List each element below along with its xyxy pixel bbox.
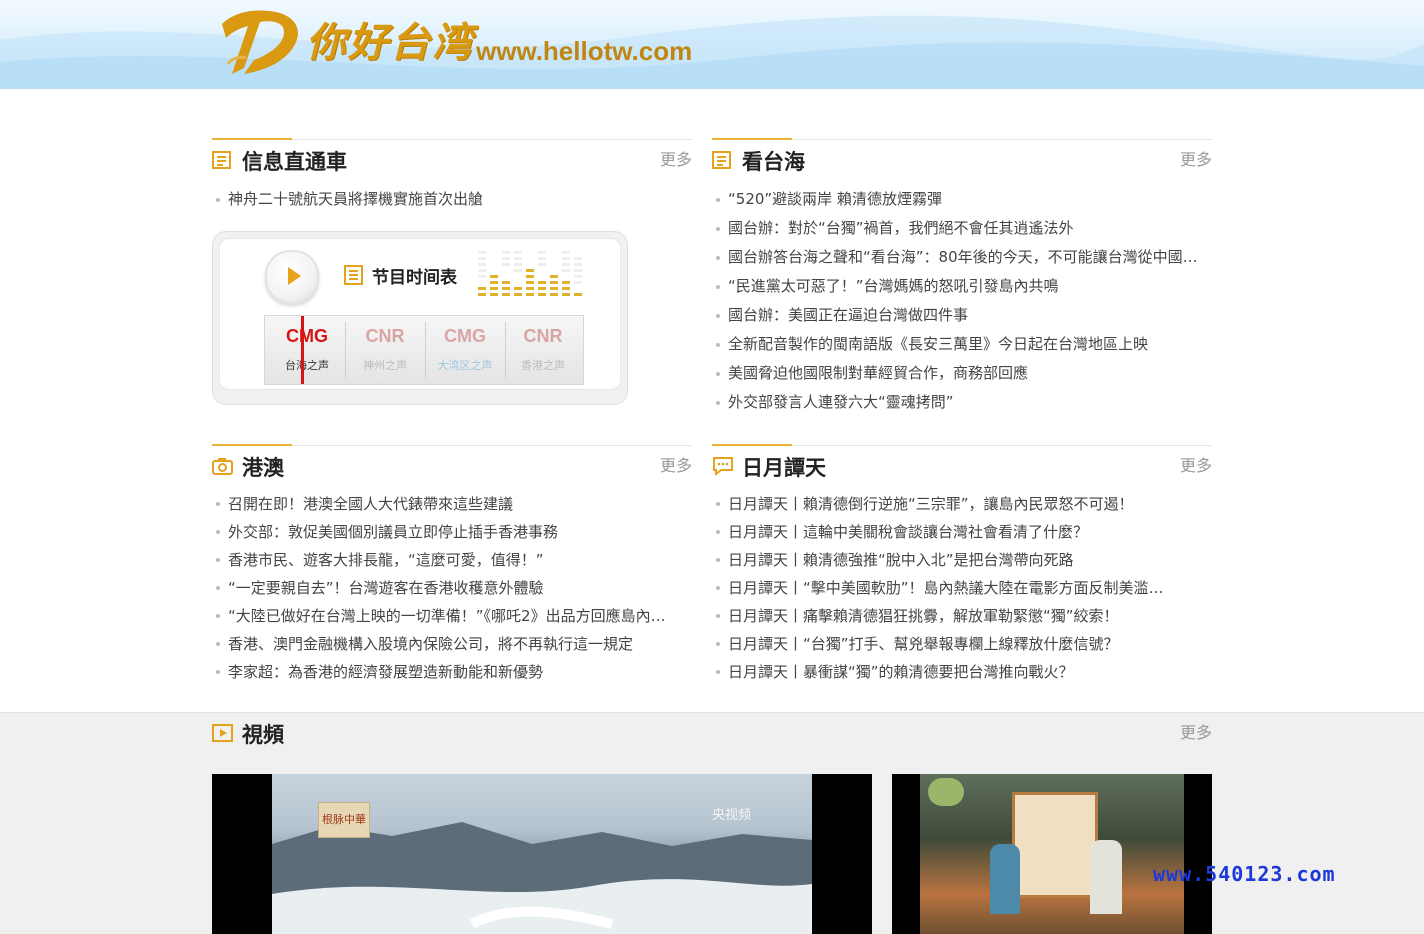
- document-icon: [212, 151, 231, 169]
- news-list: 召開在即！港澳全國人大代錶帶來這些建議 外交部：敦促美國個別議員立即停止插手香港…: [212, 490, 692, 686]
- figure-right: [1090, 840, 1122, 914]
- program-logo: 根脉中華: [318, 802, 370, 838]
- news-list: 日月譚天丨賴清德倒行逆施“三宗罪”，讓島內民眾怒不可遏！ 日月譚天丨這輪中美關稅…: [712, 490, 1212, 686]
- section-video: 視頻 更多 根脉中華 央视频: [0, 712, 1424, 934]
- news-item[interactable]: 日月譚天丨賴清德倒行逆施“三宗罪”，讓島內民眾怒不可遏！: [712, 490, 1212, 518]
- play-button[interactable]: [265, 250, 319, 304]
- channel-name: 香港之声: [521, 359, 565, 372]
- news-item[interactable]: 美國脅迫他國限制對華經貿合作，商務部回應: [712, 359, 1212, 388]
- equalizer-icon: [478, 251, 582, 296]
- video-thumbnail: 根脉中華 央视频: [272, 774, 812, 934]
- news-item[interactable]: 日月譚天丨這輪中美關稅會談讓台灣社會看清了什麼？: [712, 518, 1212, 546]
- radio-panel: 节目时间表 CMG 台海之声 CNR 神州之声 CMG 大湾区之声 CNR 香港…: [219, 238, 621, 390]
- news-item[interactable]: 全新配音製作的閩南語版《長安三萬里》今日起在台灣地區上映: [712, 330, 1212, 359]
- news-item[interactable]: 外交部：敦促美國個別議員立即停止插手香港事務: [212, 518, 692, 546]
- section-header: 看台海 更多: [712, 138, 1212, 180]
- section-title: 視頻: [242, 723, 284, 747]
- more-link[interactable]: 更多: [660, 146, 692, 170]
- news-item[interactable]: 國台辦：對於“台獨”禍首，我們絕不會任其逍遙法外: [712, 214, 1212, 243]
- section-title: 信息直通車: [242, 150, 347, 174]
- channel-logo: CMG: [444, 326, 486, 346]
- logo-text[interactable]: 你好台湾: [306, 10, 474, 68]
- channel-logo: CMG: [286, 326, 328, 346]
- camera-icon: [212, 458, 233, 475]
- channel-logo: CNR: [523, 326, 563, 346]
- news-item[interactable]: 日月譚天丨痛擊賴清德猖狂挑釁，解放軍勒緊懲“獨”絞索！: [712, 602, 1212, 630]
- tv-watermark: 央视频: [712, 808, 752, 823]
- screen-panel: [1012, 792, 1098, 898]
- channel-xianggang[interactable]: CNR 香港之声: [505, 322, 581, 378]
- side-video[interactable]: [892, 774, 1212, 934]
- news-item[interactable]: 召開在即！港澳全國人大代錶帶來這些建議: [212, 490, 692, 518]
- section-title: 港澳: [242, 456, 284, 480]
- chat-icon: [713, 457, 733, 476]
- news-item[interactable]: 日月譚天丨暴衝謀“獨”的賴清德要把台灣推向戰火？: [712, 658, 1212, 686]
- news-item[interactable]: 國台辦答台海之聲和“看台海”：80年後的今天，不可能讓台灣從中國…: [712, 243, 1212, 272]
- channel-name: 神州之声: [363, 359, 407, 372]
- section-gangao: 港澳 更多 召開在即！港澳全國人大代錶帶來這些建議 外交部：敦促美國個別議員立即…: [212, 444, 692, 686]
- more-link[interactable]: 更多: [1180, 452, 1212, 476]
- channel-name: 大湾区之声: [437, 359, 493, 372]
- document-icon: [712, 151, 731, 169]
- video-thumbnail: [920, 774, 1184, 934]
- section-kan: 看台海 更多 “520”避談兩岸 賴清德放煙霧彈 國台辦：對於“台獨”禍首，我們…: [712, 138, 1212, 417]
- news-item[interactable]: 國台辦：美國正在逼迫台灣做四件事: [712, 301, 1212, 330]
- site-url[interactable]: www.hellotw.com: [476, 36, 692, 67]
- more-link[interactable]: 更多: [1180, 146, 1212, 170]
- program-badge: [928, 778, 964, 806]
- watermark-text: www.540123.com: [1153, 862, 1336, 886]
- site-header: 你好台湾 www.hellotw.com: [0, 0, 1424, 89]
- news-item[interactable]: 神舟二十號航天員將擇機實施首次出艙: [212, 185, 692, 214]
- schedule-icon: [344, 265, 363, 285]
- tuner-needle[interactable]: [301, 316, 304, 384]
- section-header: 信息直通車 更多: [212, 138, 692, 180]
- section-xinxi: 信息直通車 更多 神舟二十號航天員將擇機實施首次出艙: [212, 138, 692, 214]
- more-link[interactable]: 更多: [1180, 719, 1212, 743]
- section-title: 日月譚天: [742, 456, 826, 480]
- section-header: 視頻 更多: [212, 713, 1212, 753]
- radio-player: 节目时间表 CMG 台海之声 CNR 神州之声 CMG 大湾区之声 CNR 香港…: [212, 231, 628, 405]
- channel-name: 台海之声: [285, 359, 329, 372]
- news-item[interactable]: “大陸已做好在台灣上映的一切準備！”《哪吒2》出品方回應島內…: [212, 602, 692, 630]
- news-item[interactable]: 日月譚天丨“擊中美國軟肋”！島內熱議大陸在電影方面反制美滥…: [712, 574, 1212, 602]
- featured-video[interactable]: 根脉中華 央视频: [212, 774, 872, 934]
- video-play-icon: [212, 724, 233, 742]
- more-link[interactable]: 更多: [660, 452, 692, 476]
- channel-shenzhou[interactable]: CNR 神州之声: [347, 322, 423, 378]
- channel-selector[interactable]: CMG 台海之声 CNR 神州之声 CMG 大湾区之声 CNR 香港之声: [264, 315, 584, 385]
- schedule-link[interactable]: 节目时间表: [372, 263, 457, 288]
- news-item[interactable]: “一定要親自去”！台灣遊客在香港收穫意外體驗: [212, 574, 692, 602]
- mountain-scene: [272, 822, 812, 934]
- section-riyue: 日月譚天 更多 日月譚天丨賴清德倒行逆施“三宗罪”，讓島內民眾怒不可遏！ 日月譚…: [712, 444, 1212, 686]
- figure-left: [990, 844, 1020, 914]
- video-header-wrap: 視頻 更多: [212, 713, 1212, 753]
- news-item[interactable]: “民進黨太可惡了！”台灣媽媽的怒吼引發島內共鳴: [712, 272, 1212, 301]
- news-list: “520”避談兩岸 賴清德放煙霧彈 國台辦：對於“台獨”禍首，我們絕不會任其逍遙…: [712, 185, 1212, 417]
- channel-logo: CNR: [365, 326, 405, 346]
- news-item[interactable]: 李家超：為香港的經濟發展塑造新動能和新優勢: [212, 658, 692, 686]
- divider: [425, 322, 426, 378]
- section-title: 看台海: [742, 150, 805, 174]
- divider: [345, 322, 346, 378]
- news-item[interactable]: 外交部發言人連發六大“靈魂拷問”: [712, 388, 1212, 417]
- section-header: 日月譚天 更多: [712, 444, 1212, 486]
- news-item[interactable]: “520”避談兩岸 賴清德放煙霧彈: [712, 185, 1212, 214]
- channel-taihai[interactable]: CMG 台海之声: [269, 322, 345, 378]
- news-list: 神舟二十號航天員將擇機實施首次出艙: [212, 185, 692, 214]
- news-item[interactable]: 日月譚天丨“台獨”打手、幫兇舉報專欄上線釋放什麼信號？: [712, 630, 1212, 658]
- news-item[interactable]: 日月譚天丨賴清德強推“脫中入北”是把台灣帶向死路: [712, 546, 1212, 574]
- channel-dawanqu[interactable]: CMG 大湾区之声: [427, 322, 503, 378]
- section-header: 港澳 更多: [212, 444, 692, 486]
- news-item[interactable]: 香港市民、遊客大排長龍，“這麼可愛，值得！”: [212, 546, 692, 574]
- logo-mark-icon[interactable]: [214, 4, 306, 78]
- news-item[interactable]: 香港、澳門金融機構入股境內保險公司，將不再執行這一規定: [212, 630, 692, 658]
